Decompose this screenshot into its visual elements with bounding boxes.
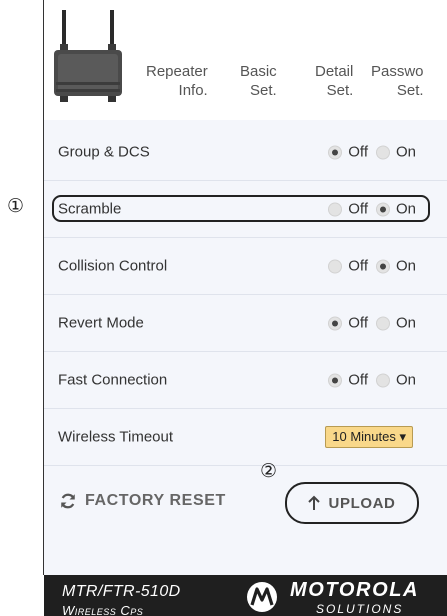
radio-off[interactable] [328, 145, 343, 159]
radio-off[interactable] [328, 316, 343, 330]
on-off-toggle: Off On [328, 144, 416, 161]
upload-label: UPLOAD [328, 494, 396, 512]
setting-label: Collision Control [58, 257, 168, 275]
setting-label: Fast Connection [58, 371, 168, 389]
on-off-toggle: Off On [328, 258, 416, 275]
tab-detail-set[interactable]: Detail Set. [315, 62, 353, 100]
tab-password-set[interactable]: Passwo Set. [371, 62, 424, 100]
setting-row-fast-connection: Fast Connection Off On [44, 352, 447, 409]
brand-name: MOTOROLA [290, 579, 420, 601]
upload-button[interactable]: UPLOAD [293, 487, 409, 519]
tab-basic-set[interactable]: Basic Set. [240, 62, 277, 100]
tab-repeater-info[interactable]: Repeater Info. [146, 62, 208, 100]
model-name: MTR/FTR-510D [62, 583, 181, 600]
factory-reset-label: FACTORY RESET [85, 492, 226, 509]
radio-on-label: On [395, 371, 416, 389]
repeater-device-image [54, 10, 122, 102]
setting-row-group-dcs: Group & DCS Off On [44, 124, 447, 181]
brand-subtitle: SOLUTIONS [316, 602, 404, 616]
radio-off[interactable] [328, 259, 343, 273]
radio-off-label: Off [348, 314, 368, 332]
radio-on-label: On [395, 257, 416, 275]
radio-on-label: On [395, 314, 416, 332]
factory-reset-button[interactable]: FACTORY RESET [59, 492, 226, 510]
wireless-timeout-select[interactable]: 10 Minutes ▾ [325, 426, 413, 448]
radio-off-label: Off [348, 143, 368, 161]
on-off-toggle: Off On [328, 315, 416, 332]
radio-on-label: On [395, 143, 416, 161]
arrow-up-icon [307, 495, 320, 510]
setting-row-wireless-timeout: Wireless Timeout 10 Minutes ▾ [44, 409, 447, 466]
callout-marker-1: ① [7, 196, 25, 217]
radio-on[interactable] [375, 259, 390, 273]
header: Repeater Info. Basic Set. Detail Set. Pa… [44, 0, 447, 120]
motorola-logo-icon [247, 582, 277, 612]
radio-on[interactable] [375, 316, 390, 330]
callout-highlight-scramble [52, 195, 430, 222]
refresh-icon [61, 493, 75, 509]
radio-off-label: Off [348, 371, 368, 389]
callout-marker-2: ② [260, 461, 278, 482]
radio-off[interactable] [328, 373, 343, 387]
setting-row-collision-control: Collision Control Off On [44, 238, 447, 295]
radio-on[interactable] [375, 145, 390, 159]
on-off-toggle: Off On [328, 372, 416, 389]
setting-label: Revert Mode [58, 314, 144, 332]
setting-row-revert-mode: Revert Mode Off On [44, 295, 447, 352]
setting-label: Wireless Timeout [58, 428, 174, 446]
product-tagline: Wireless Cps [62, 603, 144, 616]
footer: MTR/FTR-510D Wireless Cps MOTOROLA SOLUT… [44, 575, 447, 616]
radio-off-label: Off [348, 257, 368, 275]
radio-on[interactable] [375, 373, 390, 387]
setting-label: Group & DCS [58, 143, 150, 161]
